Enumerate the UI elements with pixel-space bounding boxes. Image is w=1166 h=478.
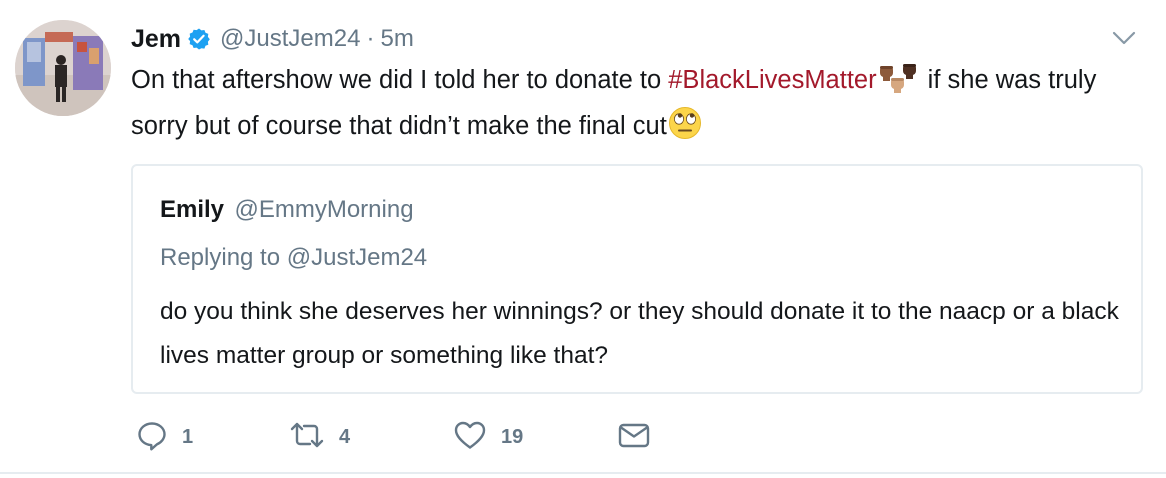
reply-button[interactable]: 1 <box>136 420 193 454</box>
retweet-button[interactable]: 4 <box>289 420 350 454</box>
tweet-timestamp[interactable]: 5m <box>380 25 413 53</box>
replying-to-label: Replying to @JustJem24 <box>160 244 428 271</box>
reply-count: 1 <box>182 425 194 448</box>
verified-badge-icon <box>187 27 211 51</box>
message-icon <box>617 419 651 456</box>
author-name[interactable]: Jem <box>131 25 181 54</box>
quoted-author-handle: @EmmyMorning <box>234 196 414 223</box>
author-handle[interactable]: @JustJem24 <box>220 25 360 53</box>
like-icon <box>453 419 487 456</box>
tweet-text-before: On that aftershow we did I told her to d… <box>131 66 669 94</box>
raised-fists-emoji-icon <box>877 62 921 106</box>
chevron-down-icon[interactable] <box>1112 30 1136 46</box>
quoted-tweet-header: Emily @EmmyMorning <box>160 196 414 224</box>
tweet-text: On that aftershow we did I told her to d… <box>131 60 1141 152</box>
tweet[interactable]: Jem @JustJem24 · 5m On that aftershow we… <box>0 0 1166 474</box>
avatar-photo <box>15 20 111 116</box>
quoted-tweet-text: do you think she deserves her winnings? … <box>160 298 1119 369</box>
header-separator: · <box>366 25 375 52</box>
direct-message-button[interactable] <box>617 420 651 454</box>
quoted-tweet[interactable]: Emily @EmmyMorning Replying to @JustJem2… <box>131 164 1143 394</box>
retweet-icon <box>289 419 325 456</box>
tweet-header: Jem @JustJem24 · 5m <box>131 24 414 54</box>
like-button[interactable]: 19 <box>453 420 523 454</box>
author-avatar[interactable] <box>15 20 111 116</box>
hashtag-link[interactable]: #BlackLivesMatter <box>668 66 876 94</box>
like-count: 19 <box>501 425 524 448</box>
tweet-actions: 1 4 19 <box>131 420 731 454</box>
reply-icon <box>136 419 168 456</box>
eye-roll-emoji-icon <box>667 106 703 152</box>
quoted-author-name: Emily <box>160 196 225 223</box>
retweet-count: 4 <box>339 425 351 448</box>
